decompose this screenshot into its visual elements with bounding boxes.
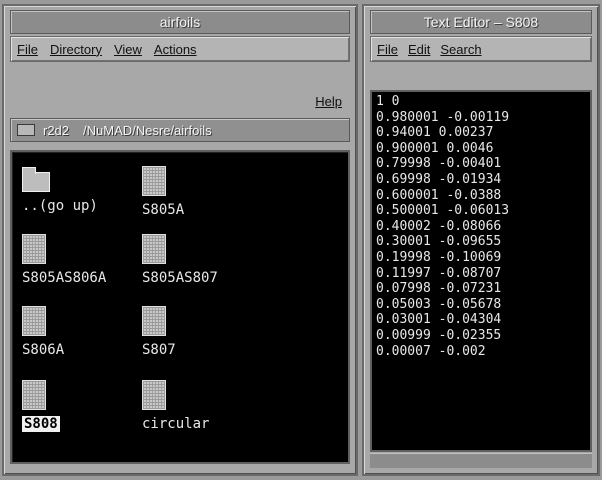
text-editor-title-bar[interactable]: Text Editor – S808 <box>370 10 592 34</box>
text-line: 0.30001 -0.09655 <box>376 234 502 250</box>
text-editor-title: Text Editor – S808 <box>423 14 539 30</box>
path-box-icon[interactable] <box>17 124 35 136</box>
text-line: 0.07998 -0.07231 <box>376 281 502 297</box>
file-icon-label: S807 <box>142 342 176 358</box>
text-line: 0.00007 -0.002 <box>376 343 486 359</box>
text-line: 1 0 <box>376 94 400 109</box>
text-line: 0.94001 0.00237 <box>376 125 494 141</box>
file-manager-title-bar[interactable]: airfoils <box>10 10 350 34</box>
file-icon-item[interactable]: ..(go up) <box>22 166 142 214</box>
menu-directory[interactable]: Directory <box>50 42 102 57</box>
file-icon-item[interactable]: circular <box>142 380 262 432</box>
file-icon-label: S805AS807 <box>142 270 218 286</box>
text-editor-menubar: File Edit Search <box>370 36 592 62</box>
file-icon-item[interactable]: S808 <box>22 380 142 432</box>
text-line: 0.05003 -0.05678 <box>376 296 502 312</box>
document-icon <box>22 234 46 264</box>
menu-file[interactable]: File <box>17 42 38 57</box>
document-icon <box>22 380 46 410</box>
text-line: 0.500001 -0.06013 <box>376 203 510 219</box>
text-line: 0.11997 -0.08707 <box>376 265 502 281</box>
text-line: 0.980001 -0.00119 <box>376 109 510 125</box>
text-area[interactable]: 1 0 0.980001 -0.00119 0.94001 0.00237 0.900… <box>370 90 592 452</box>
text-line: 0.03001 -0.04304 <box>376 312 502 328</box>
text-line: 0.40002 -0.08066 <box>376 218 502 234</box>
file-icon-label: S808 <box>22 416 60 432</box>
help-bar: Help <box>10 90 350 112</box>
file-icon-label: S806A <box>22 342 65 358</box>
file-icon-label: circular <box>142 416 210 432</box>
menu-help[interactable]: Help <box>315 94 342 109</box>
document-icon <box>142 166 166 196</box>
status-bar <box>370 453 592 468</box>
file-manager-window[interactable]: airfoils File Directory View Actions Hel… <box>2 4 358 476</box>
file-icon-item[interactable]: S807 <box>142 306 262 358</box>
document-icon <box>142 380 166 410</box>
document-icon <box>22 306 46 336</box>
file-manager-menubar: File Directory View Actions <box>10 36 350 62</box>
text-line: 0.79998 -0.00401 <box>376 156 502 172</box>
file-manager-title: airfoils <box>159 14 201 30</box>
document-icon <box>142 306 166 336</box>
path-directory[interactable]: /NuMAD/Nesre/airfoils <box>83 123 212 138</box>
text-line: 0.600001 -0.0388 <box>376 187 502 203</box>
menu-actions[interactable]: Actions <box>154 42 197 57</box>
text-editor-window[interactable]: Text Editor – S808 File Edit Search 1 00… <box>362 4 600 476</box>
icon-pane[interactable]: ..(go up) S805A S805AS806A S805AS807 S806A S8… <box>10 150 350 464</box>
menu-file[interactable]: File <box>377 42 398 57</box>
menu-search[interactable]: Search <box>440 42 481 57</box>
file-icon-item[interactable]: S805AS806A <box>22 234 142 286</box>
document-icon <box>142 234 166 264</box>
menu-view[interactable]: View <box>114 42 142 57</box>
text-line: 0.69998 -0.01934 <box>376 171 502 187</box>
file-icon-item[interactable]: S806A <box>22 306 142 358</box>
file-icon-label: ..(go up) <box>22 198 98 214</box>
file-icon-label: S805A <box>142 202 185 218</box>
text-line: 0.19998 -0.10069 <box>376 249 502 265</box>
menu-edit[interactable]: Edit <box>408 42 430 57</box>
file-icon-label: S805AS806A <box>22 270 107 286</box>
text-line: 0.900001 0.0046 <box>376 140 494 156</box>
text-line: 0.00999 -0.02355 <box>376 327 502 343</box>
file-icon-item[interactable]: S805AS807 <box>142 234 262 286</box>
path-host[interactable]: r2d2 <box>43 123 69 138</box>
folder-icon <box>22 167 50 192</box>
file-icon-item[interactable]: S805A <box>142 166 262 218</box>
path-bar: r2d2 /NuMAD/Nesre/airfoils <box>10 118 350 142</box>
